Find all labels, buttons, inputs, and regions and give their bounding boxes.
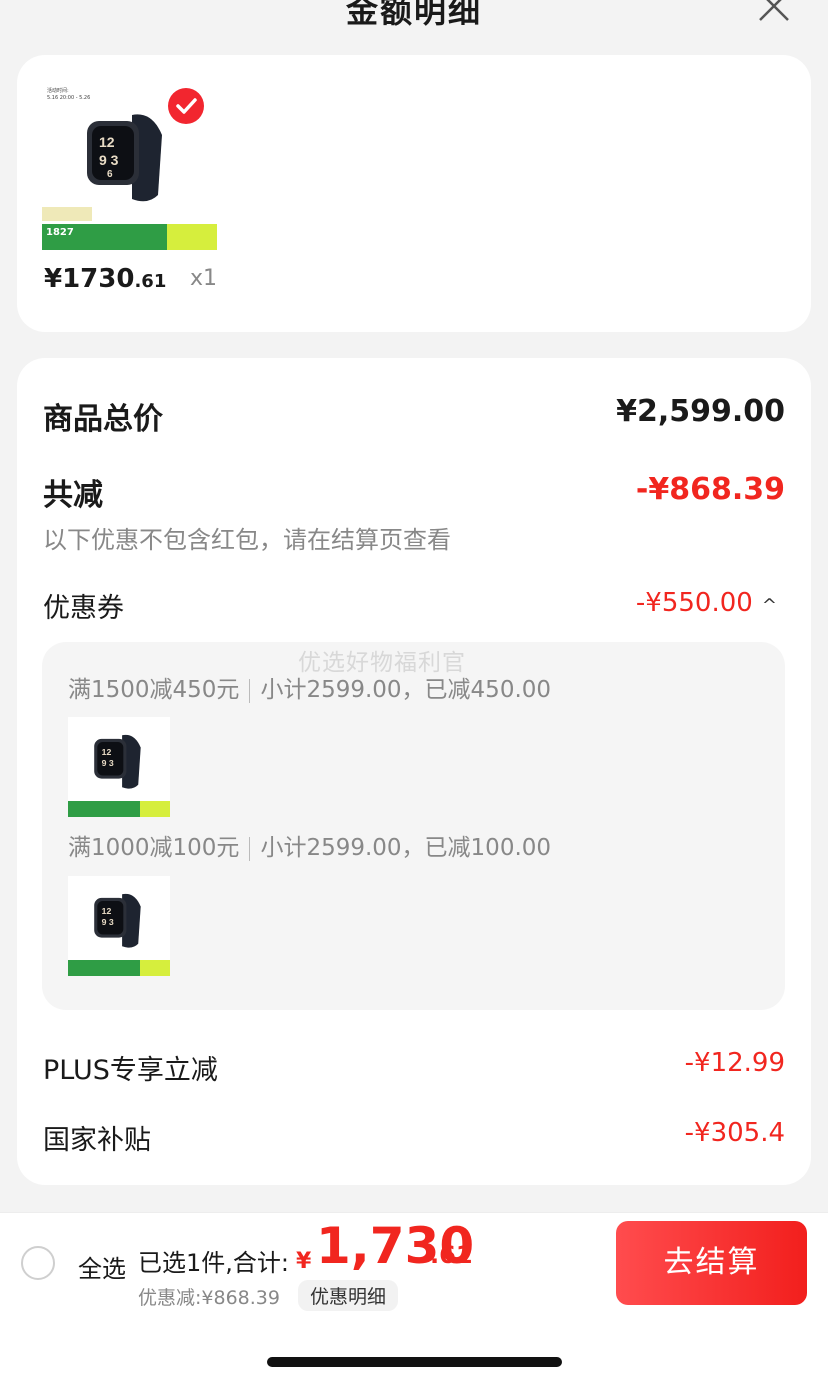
total-value: ¥2,599.00 — [616, 394, 785, 429]
divider — [249, 678, 251, 703]
plus-badge — [42, 207, 92, 221]
coupon-product-image: 12 9 3 — [68, 876, 170, 976]
svg-text:12: 12 — [102, 747, 112, 757]
total-label: 商品总价 — [43, 402, 163, 437]
svg-text:12: 12 — [99, 134, 115, 150]
subsidy-label: 国家补贴 — [43, 1125, 151, 1156]
svg-text:9 3: 9 3 — [102, 758, 114, 768]
checked-icon[interactable] — [168, 88, 204, 124]
coupon-rule: 满1500减450元 — [68, 677, 240, 703]
coupon-toggle[interactable]: -¥550.00 ^ — [636, 588, 777, 618]
activity-time-label: 活动时间: — [47, 88, 69, 94]
watermark: 优选好物福利官 — [298, 650, 466, 676]
selected-summary: 已选1件,合计: — [138, 1249, 289, 1277]
coupon-value: -¥550.00 — [635, 588, 753, 618]
select-all-radio[interactable] — [21, 1246, 55, 1280]
checkout-bar: 全选 已选1件,合计: ¥ 1,730 .61 优惠减:¥868.39 优惠明细… — [0, 1212, 828, 1312]
svg-text:12: 12 — [102, 906, 112, 916]
close-icon[interactable] — [756, 0, 792, 24]
discount-note: 以下优惠不包含红包，请在结算页查看 — [43, 526, 451, 554]
coupon-line: 满1000减100元 小计2599.00，已减100.00 — [68, 828, 551, 862]
svg-text:9 3: 9 3 — [102, 917, 114, 927]
promo-band-apple — [140, 801, 170, 817]
thumb-price: 1827 — [46, 227, 74, 238]
coupon-label: 优惠券 — [43, 593, 124, 624]
chevron-up-icon: ^ — [761, 595, 777, 616]
svg-text:9 3: 9 3 — [99, 152, 119, 168]
watch-image: 12 9 3 6 — [87, 114, 162, 202]
price-dec: .61 — [134, 271, 167, 292]
discount-summary: 优惠减:¥868.39 — [138, 1287, 280, 1309]
product-card: 活动时间: 5.16 20:00 - 5.26 12 9 3 6 1827 ¥1… — [17, 55, 811, 332]
coupon-detail: 小计2599.00，已减100.00 — [260, 835, 552, 861]
reduce-label: 共减 — [43, 478, 103, 513]
price-int: ¥1730 — [44, 264, 135, 294]
product-qty: x1 — [190, 266, 218, 291]
watch-image: 12 9 3 — [94, 893, 141, 948]
discount-detail-button[interactable]: 优惠明细 — [298, 1280, 399, 1311]
panel-title: 金额明细 — [345, 0, 482, 30]
product-price: ¥1730.61 — [44, 264, 166, 294]
home-indicator — [267, 1357, 562, 1367]
subsidy-value: -¥305.4 — [684, 1118, 785, 1148]
safe-area — [0, 1312, 828, 1385]
panel-header: 金额明细 — [0, 0, 828, 50]
promo-band-apple — [140, 960, 170, 976]
divider — [249, 836, 251, 861]
select-all-label[interactable]: 全选 — [78, 1249, 126, 1284]
watch-image: 12 9 3 — [94, 734, 141, 789]
activity-time: 5.16 20:00 - 5.26 — [47, 95, 91, 101]
total-yen: ¥ — [296, 1249, 312, 1274]
promo-band-apple — [167, 224, 217, 250]
svg-text:6: 6 — [107, 169, 113, 180]
coupon-detail-box: 满1500减450元 小计2599.00，已减450.00 12 9 3 满100… — [42, 642, 785, 1010]
plus-label: PLUS专享立减 — [43, 1055, 218, 1086]
total-decimal: .61 — [430, 1241, 473, 1269]
coupon-rule: 满1000减100元 — [68, 835, 240, 861]
reduce-value: -¥868.39 — [635, 472, 785, 507]
checkout-button[interactable]: 去结算 — [616, 1221, 807, 1305]
plus-value: -¥12.99 — [684, 1048, 785, 1078]
coupon-detail: 小计2599.00，已减450.00 — [260, 677, 552, 703]
coupon-product-image: 12 9 3 — [68, 717, 170, 817]
